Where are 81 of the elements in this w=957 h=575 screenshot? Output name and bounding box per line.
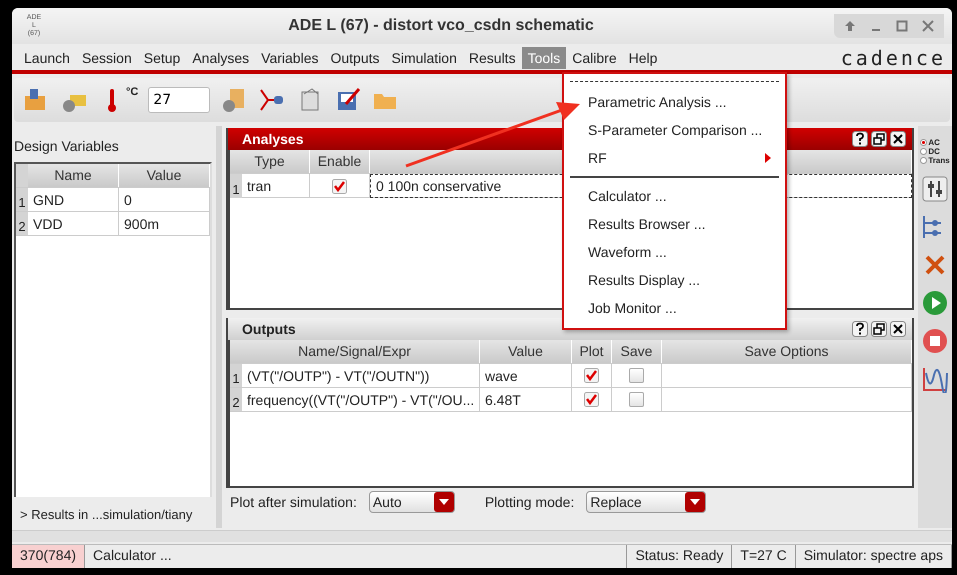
column-header: Name/Signal/Expr (230, 340, 480, 363)
close-icon[interactable] (890, 131, 906, 147)
menu-item[interactable]: RF (568, 144, 781, 172)
status-temperature: T=27 C (732, 545, 796, 568)
status-position: 370(784) (12, 545, 86, 568)
horizontal-scrollbar[interactable] (12, 530, 952, 542)
column-header: Value (480, 340, 572, 363)
table-cell: 0 (119, 188, 210, 211)
menu-item[interactable]: Help (622, 47, 664, 69)
checkbox[interactable] (629, 368, 644, 383)
table-cell: VDD (28, 212, 119, 235)
radio-option[interactable]: Trans (920, 156, 950, 165)
status-message: Calculator ... (85, 545, 628, 568)
up-arrow-icon[interactable] (844, 20, 856, 32)
status-text: Status: Ready (627, 545, 732, 568)
table-cell: wave (480, 364, 572, 387)
checkbox-checked[interactable] (584, 368, 599, 383)
radio-option[interactable]: DC (920, 147, 950, 156)
status-simulator: Simulator: spectre aps (796, 545, 952, 568)
menu-item[interactable]: Results Display ... (568, 266, 781, 294)
menu-item[interactable]: Variables (255, 47, 324, 69)
checkbox-checked[interactable] (584, 392, 599, 407)
restore-icon[interactable] (871, 321, 887, 337)
menu-item[interactable]: Job Monitor ... (568, 294, 781, 322)
menu-item[interactable]: Launch (18, 47, 76, 69)
column-header: Save (612, 340, 662, 363)
menu-item[interactable]: Setup (138, 47, 186, 69)
results-path: > Results in ...simulation/tiany (19, 506, 194, 522)
plotting-mode-dropdown[interactable]: Replace (586, 491, 706, 513)
help-icon[interactable] (852, 321, 868, 337)
column-header: Type (230, 150, 310, 173)
temperature-unit: °C (126, 86, 138, 98)
menu-item[interactable]: Outputs (324, 47, 386, 69)
sliders-icon[interactable] (921, 175, 949, 203)
menu-item[interactable]: Waveform ... (568, 238, 781, 266)
caret-icon (690, 499, 700, 505)
panel-title: Design Variables (14, 137, 120, 156)
menu-item[interactable]: Results (462, 47, 522, 69)
field-label: Plotting mode: (484, 494, 574, 510)
field-label: Plot after simulation: (230, 494, 357, 510)
maximize-icon[interactable] (896, 20, 908, 32)
table-cell: frequency((VT("/OUTP") - VT("/OU... (242, 388, 480, 411)
table-cell: 900m (119, 212, 210, 235)
radio-option[interactable]: AC (920, 138, 950, 147)
menu-item[interactable]: Session (76, 47, 138, 69)
row-number: 2 (16, 212, 28, 235)
column-header: Value (119, 164, 210, 187)
menu-item[interactable]: Simulation (386, 47, 463, 69)
panel-title: Analyses (242, 131, 304, 147)
waveform-icon[interactable] (921, 365, 949, 393)
checkbox-checked[interactable] (332, 178, 347, 194)
row-number: 1 (230, 364, 242, 387)
menu-item[interactable]: Parametric Analysis ... (568, 88, 781, 116)
table-cell: 6.48T (480, 388, 572, 411)
row-number: 1 (230, 174, 242, 198)
plot-after-dropdown[interactable]: Auto (368, 491, 455, 513)
window-title: ADE L (67) - distort vco_csdn schematic (287, 17, 595, 35)
menu-item[interactable]: S-Parameter Comparison ... (568, 116, 781, 144)
table-cell: GND (28, 188, 119, 211)
row-number: 1 (16, 188, 28, 211)
menu-item[interactable]: Results Browser ... (568, 210, 781, 238)
row-number: 2 (230, 388, 242, 411)
menu-item[interactable]: Analyses (186, 47, 256, 69)
table-cell: tran (242, 174, 310, 198)
panel-title: Outputs (242, 321, 296, 337)
help-icon[interactable] (852, 131, 868, 147)
column-header: Save Options (662, 340, 912, 363)
run-icon[interactable] (921, 289, 949, 317)
caret-icon (438, 499, 449, 505)
close-icon[interactable] (890, 321, 906, 337)
checkbox[interactable] (629, 392, 644, 407)
submenu-arrow-icon (765, 153, 771, 163)
restore-icon[interactable] (871, 131, 887, 147)
logo: cadence (840, 46, 946, 70)
menu-item[interactable]: Calibre (566, 47, 623, 69)
column-header: Enable (310, 150, 370, 173)
column-header: Plot (572, 340, 612, 363)
table-cell: (VT("/OUTP") - VT("/OUTN")) (242, 364, 480, 387)
column-header: Name (28, 164, 119, 187)
temperature-field[interactable]: 27 (148, 87, 210, 113)
stop-icon[interactable] (921, 327, 949, 355)
